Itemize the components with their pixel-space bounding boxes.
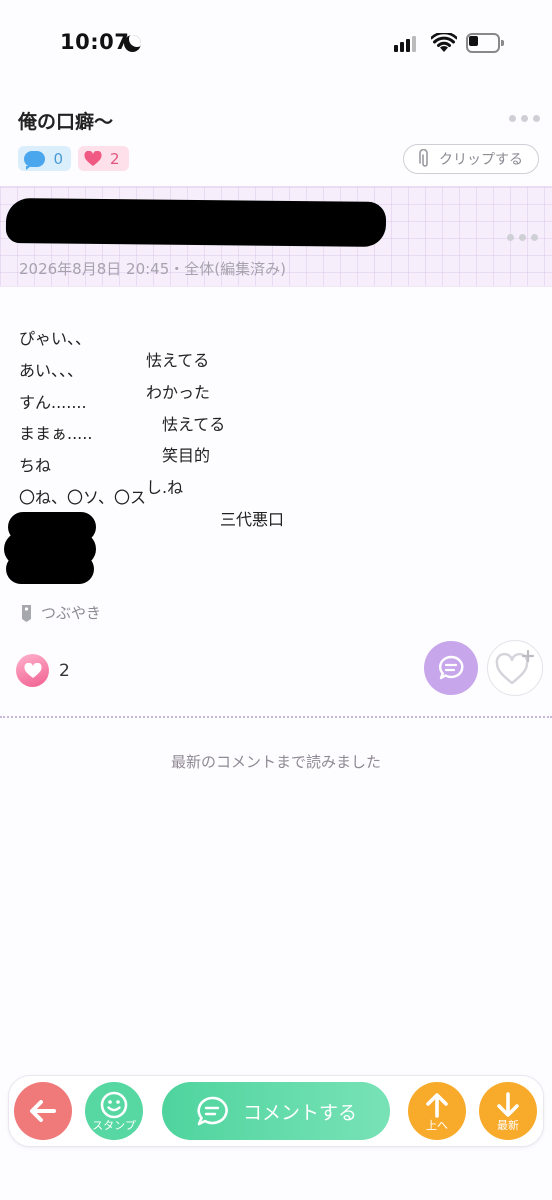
like-count: 2 [110,149,120,168]
body-line-right: 怯えてる [146,351,210,370]
back-button[interactable] [14,1082,72,1140]
tag-icon [22,604,31,622]
post-title: 俺の口癖〜 [18,111,114,133]
comment-fab-button[interactable] [424,641,478,695]
signal-icon [394,34,420,52]
comment-button-label: コメントする [242,1101,357,1124]
read-notice: 最新のコメントまで読みました [170,753,381,771]
body-line-left: ままぁ..... [19,424,93,443]
tag[interactable]: つぶやき [20,602,101,623]
tag-label: つぶやき [41,604,102,622]
body-line: ぴゃい、、 怯えてる [19,306,209,370]
moon-icon [124,35,141,52]
redacted-author-name [5,198,387,247]
body-line-right: 三代悪口 [220,510,285,529]
body-line-right: 怯えてる [162,415,226,434]
arrow-up-icon [426,1092,448,1118]
arrow-left-icon [30,1100,56,1122]
latest-label: 最新 [497,1118,519,1132]
smile-icon [100,1091,128,1118]
arrow-down-icon [497,1091,519,1117]
body-line-left: 〇ね、〇ソ、〇ス [19,488,147,507]
comment-count-badge: 0 [18,146,71,171]
heart-plus-icon [495,649,535,685]
like-summary[interactable]: 2 [16,654,70,687]
body-line-right: わかった [146,383,211,402]
post-like-count: 2 [59,660,70,681]
wifi-icon [431,33,457,52]
stamp-button[interactable]: スタンプ [85,1082,143,1140]
paperclip-icon [419,149,428,167]
comment-button[interactable]: コメントする [162,1082,390,1140]
separator [0,716,552,718]
body-line: ままぁ..... 笑目的 [19,401,210,465]
status-time: 10:07 [60,30,130,54]
body-line: あい、、、 わかった [19,338,210,402]
body-line: すん....... 怯えてる [19,370,225,434]
battery-icon [466,33,504,53]
comment-bubble-icon [197,1096,228,1126]
body-line-right: し.ね [146,478,184,497]
up-label: 上へ [426,1118,448,1132]
comment-bubble-icon [438,655,464,680]
stamp-label: スタンプ [92,1118,136,1132]
add-reaction-button[interactable] [487,640,543,696]
title-more-menu-icon[interactable] [509,115,540,122]
scroll-top-button[interactable]: 上へ [408,1082,466,1140]
comment-count: 0 [53,149,63,168]
redacted-image [4,512,98,584]
post-more-menu-icon[interactable] [507,234,538,241]
body-line: 〇ね、〇ソ、〇ス 三代悪口 [19,465,284,529]
body-line-right: 笑目的 [162,446,211,465]
scroll-latest-button[interactable]: 最新 [479,1082,537,1140]
heart-icon [16,654,49,687]
like-count-badge: 2 [78,146,129,171]
clip-button[interactable]: クリップする [403,144,539,174]
post-meta: 2026年8月8日 20:45・全体(編集済み) [19,260,286,278]
heart-icon [84,150,102,166]
comment-bubble-icon [24,150,46,170]
body-line-left: ぴゃい、、 [19,329,92,348]
body-line: ちね し.ね [19,433,183,497]
status-bar: 10:07 [0,0,552,90]
clip-label: クリップする [439,152,523,168]
